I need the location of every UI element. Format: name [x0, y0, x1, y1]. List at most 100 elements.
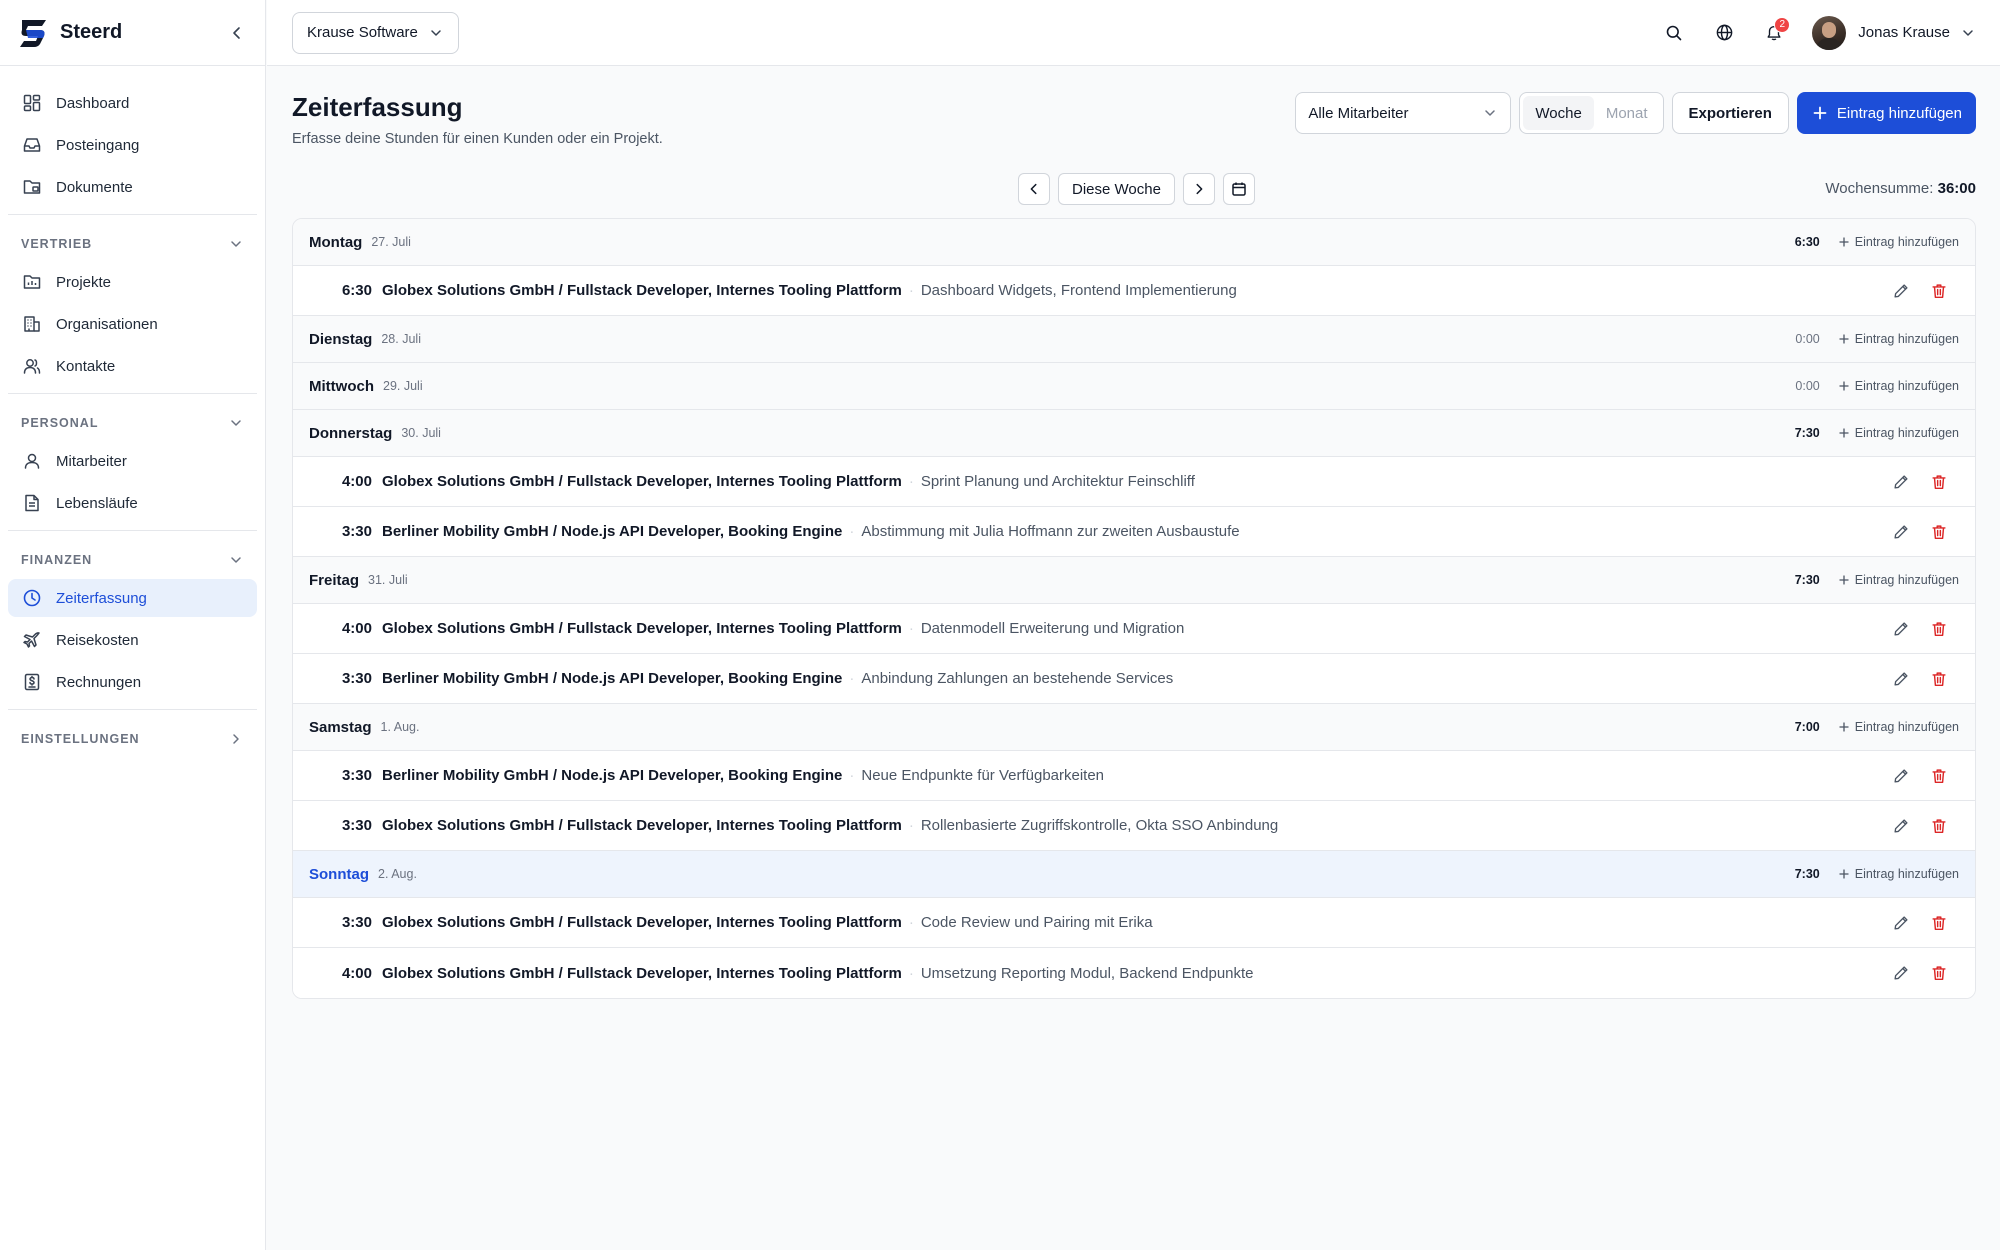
section-title: EINSTELLUNGEN: [21, 732, 140, 746]
sidebar-item-label: Posteingang: [56, 136, 140, 154]
sidebar-item-projects[interactable]: Projekte: [8, 263, 257, 301]
day-add-entry-button[interactable]: Eintrag hinzufügen: [1838, 573, 1959, 587]
entry-duration: 3:30: [341, 670, 372, 687]
sidebar-item-organizations[interactable]: Organisationen: [8, 305, 257, 343]
delete-entry-button[interactable]: [1927, 520, 1951, 544]
notification-badge: 2: [1774, 16, 1791, 33]
sidebar-item-dashboard[interactable]: Dashboard: [8, 84, 257, 122]
entry-project: Globex Solutions GmbH / Fullstack Develo…: [382, 282, 902, 299]
time-entry-row[interactable]: 4:00 Globex Solutions GmbH / Fullstack De…: [293, 457, 1975, 507]
pencil-icon: [1894, 966, 1908, 980]
sidebar-item-contacts[interactable]: Kontakte: [8, 347, 257, 385]
calendar-button[interactable]: [1222, 173, 1255, 205]
sidebar-item-inbox[interactable]: Posteingang: [8, 126, 257, 164]
edit-entry-button[interactable]: [1889, 667, 1913, 691]
company-select[interactable]: Krause Software: [292, 11, 459, 54]
search-button[interactable]: [1656, 15, 1692, 51]
entry-duration: 4:00: [341, 620, 372, 637]
delete-entry-button[interactable]: [1927, 764, 1951, 788]
chevron-down-icon: [231, 241, 241, 247]
search-icon: [1666, 25, 1682, 40]
chevron-down-icon: [231, 557, 241, 563]
time-entry-row[interactable]: 3:30 Globex Solutions GmbH / Fullstack De…: [293, 801, 1975, 851]
sidebar-item-zeiterfassung[interactable]: Zeiterfassung: [8, 579, 257, 617]
sidebar-section-vertrieb[interactable]: VERTRIEB: [8, 225, 257, 263]
inbox-icon: [21, 134, 43, 156]
time-entry-row[interactable]: 3:30 Berliner Mobility GmbH / Node.js API…: [293, 507, 1975, 557]
delete-entry-button[interactable]: [1927, 617, 1951, 641]
view-month-button[interactable]: Monat: [1594, 96, 1660, 130]
add-entry-button[interactable]: Eintrag hinzufügen: [1796, 92, 1976, 134]
view-week-button[interactable]: Woche: [1523, 96, 1594, 130]
collapse-sidebar-button[interactable]: [225, 21, 249, 45]
day-add-entry-button[interactable]: Eintrag hinzufügen: [1838, 426, 1959, 440]
entry-project: Berliner Mobility GmbH / Node.js API Dev…: [382, 767, 843, 784]
day-add-label: Eintrag hinzufügen: [1854, 573, 1959, 587]
time-entry-row[interactable]: 4:00 Globex Solutions GmbH / Fullstack De…: [293, 948, 1975, 998]
day-total: 7:30: [1794, 867, 1820, 881]
plus-icon: [1839, 575, 1849, 585]
chevron-left-icon: [233, 26, 240, 39]
user-menu[interactable]: Jonas Krause: [1812, 15, 1976, 50]
edit-entry-button[interactable]: [1889, 617, 1913, 641]
day-name: Sonntag: [309, 865, 369, 883]
day-add-entry-button[interactable]: Eintrag hinzufügen: [1838, 332, 1959, 346]
trash-icon: [1932, 818, 1946, 833]
resume-icon: [21, 492, 43, 514]
sidebar-item-documents[interactable]: Dokumente: [8, 168, 257, 206]
export-button[interactable]: Exportieren: [1671, 92, 1789, 134]
entry-duration: 3:30: [341, 914, 372, 931]
time-entry-row[interactable]: 4:00 Globex Solutions GmbH / Fullstack De…: [293, 604, 1975, 654]
edit-entry-button[interactable]: [1889, 520, 1913, 544]
notifications-button[interactable]: 2: [1756, 15, 1792, 51]
previous-week-button[interactable]: [1018, 173, 1050, 205]
day-total: 7:30: [1794, 426, 1820, 440]
next-week-button[interactable]: [1182, 173, 1215, 205]
day-name: Dienstag: [309, 330, 373, 348]
time-entry-row[interactable]: 3:30 Berliner Mobility GmbH / Node.js API…: [293, 751, 1975, 801]
delete-entry-button[interactable]: [1927, 470, 1951, 494]
entry-duration: 4:00: [341, 964, 372, 982]
sidebar-item-resumes[interactable]: Lebensläufe: [8, 484, 257, 522]
sidebar-item-travel-expenses[interactable]: Reisekosten: [8, 621, 257, 659]
plus-icon: [1813, 106, 1827, 120]
language-button[interactable]: [1706, 15, 1742, 51]
edit-entry-button[interactable]: [1889, 814, 1913, 838]
delete-entry-button[interactable]: [1927, 961, 1951, 985]
employee-icon: [21, 450, 43, 472]
sidebar-item-employees[interactable]: Mitarbeiter: [8, 442, 257, 480]
edit-entry-button[interactable]: [1889, 911, 1913, 935]
entry-description: Rollenbasierte Zugriffskontrolle, Okta S…: [920, 817, 1279, 834]
chevron-down-icon: [1963, 29, 1973, 36]
day-add-entry-button[interactable]: Eintrag hinzufügen: [1838, 379, 1959, 393]
day-add-entry-button[interactable]: Eintrag hinzufügen: [1838, 720, 1959, 734]
time-entry-row[interactable]: 6:30 Globex Solutions GmbH / Fullstack De…: [293, 266, 1975, 316]
delete-entry-button[interactable]: [1927, 911, 1951, 935]
edit-entry-button[interactable]: [1889, 764, 1913, 788]
sidebar: Steerd Dashboard Posteingang Dokumente V…: [0, 0, 266, 1250]
entry-duration: 3:30: [341, 523, 372, 540]
day-add-entry-button[interactable]: Eintrag hinzufügen: [1838, 235, 1959, 249]
day-add-label: Eintrag hinzufügen: [1854, 867, 1959, 881]
sidebar-section-personal[interactable]: PERSONAL: [8, 404, 257, 442]
entry-duration: 4:00: [341, 473, 372, 490]
entry-actions: [1889, 617, 1951, 641]
entry-separator-dot: ·: [908, 282, 914, 299]
employee-filter-select[interactable]: Alle Mitarbeiter: [1295, 92, 1512, 134]
documents-icon: [21, 176, 43, 198]
sidebar-item-invoices[interactable]: Rechnungen: [8, 663, 257, 701]
delete-entry-button[interactable]: [1927, 279, 1951, 303]
sidebar-section-finanzen[interactable]: FINANZEN: [8, 541, 257, 579]
delete-entry-button[interactable]: [1927, 667, 1951, 691]
this-week-button[interactable]: Diese Woche: [1058, 173, 1175, 205]
sidebar-section-settings[interactable]: EINSTELLUNGEN: [8, 720, 257, 758]
day-name: Montag: [309, 233, 363, 251]
page-header: Zeiterfassung Erfasse deine Stunden für …: [292, 66, 1976, 147]
time-entry-row[interactable]: 3:30 Globex Solutions GmbH / Fullstack De…: [293, 898, 1975, 948]
edit-entry-button[interactable]: [1889, 961, 1913, 985]
edit-entry-button[interactable]: [1889, 279, 1913, 303]
day-add-entry-button[interactable]: Eintrag hinzufügen: [1838, 867, 1959, 881]
delete-entry-button[interactable]: [1927, 814, 1951, 838]
edit-entry-button[interactable]: [1889, 470, 1913, 494]
time-entry-row[interactable]: 3:30 Berliner Mobility GmbH / Node.js API…: [293, 654, 1975, 704]
